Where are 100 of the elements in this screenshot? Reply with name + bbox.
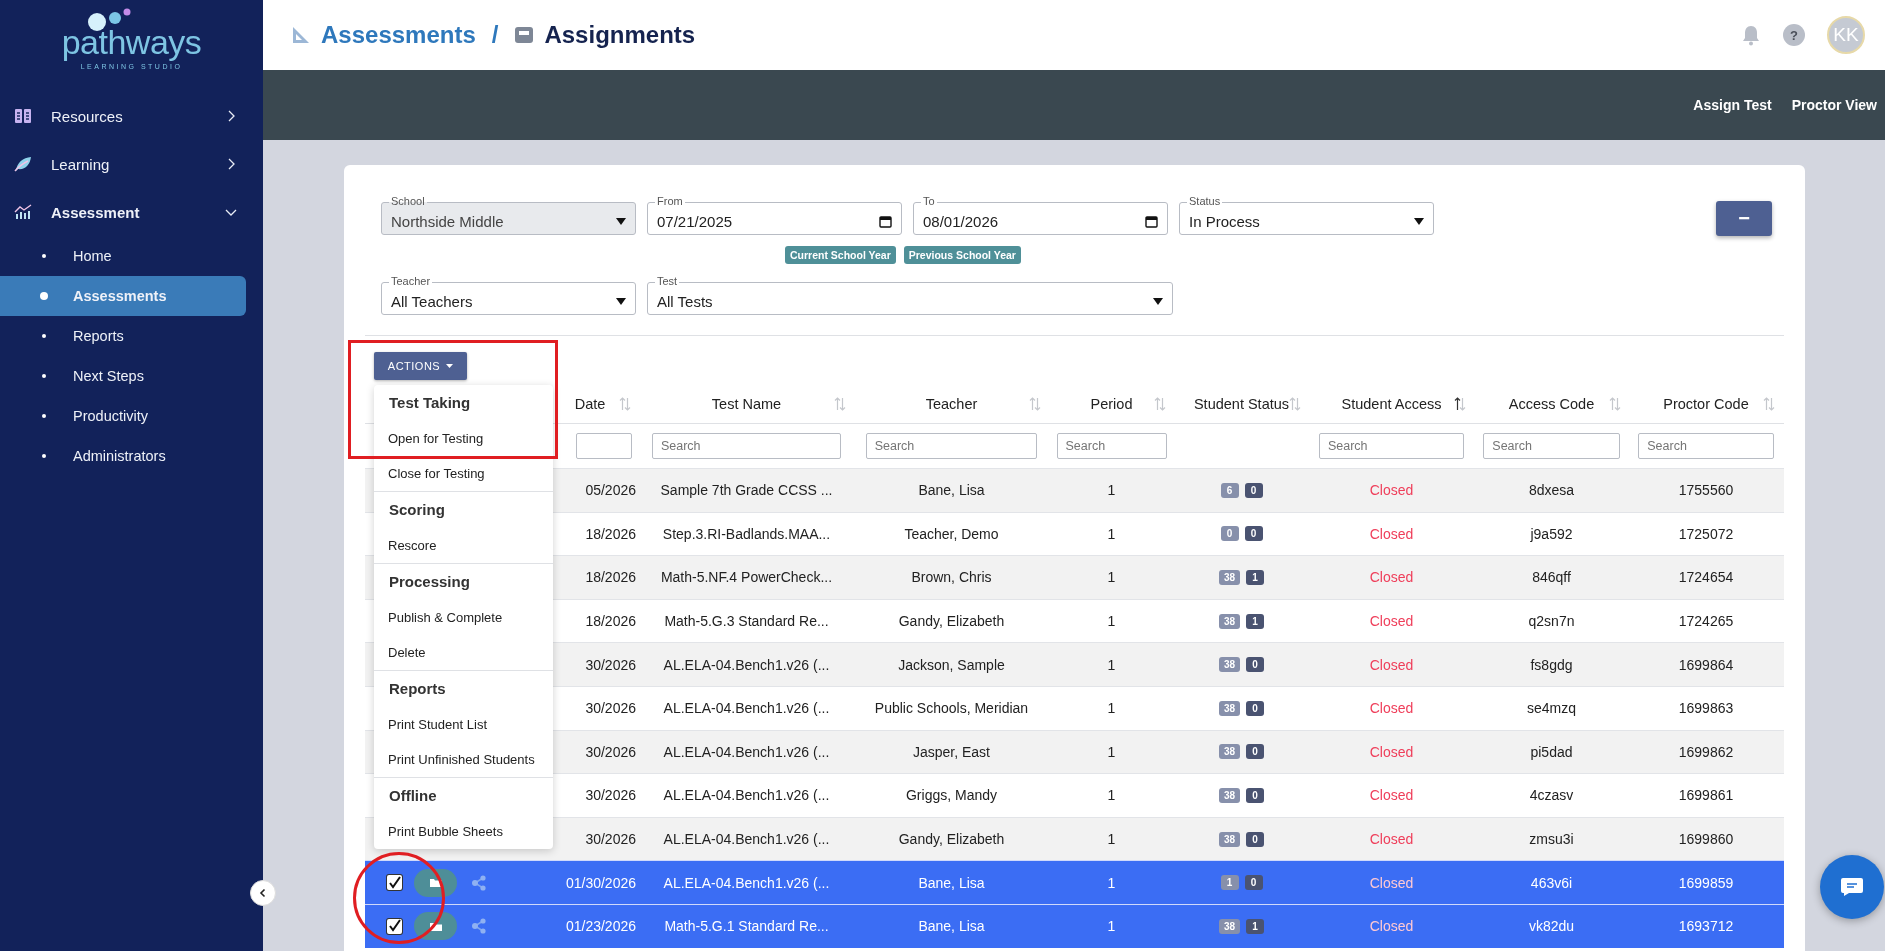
column-header[interactable]: Student Access (1341, 396, 1442, 412)
column-header[interactable]: Period (1090, 396, 1133, 412)
nav-item[interactable]: Learning (0, 140, 263, 188)
menu-item[interactable]: Open for Testing (374, 420, 553, 456)
field-label: Test (655, 275, 680, 287)
collapse-sidebar-button[interactable] (250, 880, 276, 906)
table-cell: AL.ELA-04.Bench1.v26 (... (663, 700, 830, 717)
year-chip[interactable]: Previous School Year (903, 246, 1021, 264)
menu-heading: Offline (388, 786, 438, 807)
table-cell: 1 (1107, 525, 1116, 542)
nav-subitem[interactable]: Administrators (0, 436, 246, 476)
count-badge: 0 (1246, 744, 1265, 760)
nav-subitem[interactable]: Productivity (0, 396, 246, 436)
search-field[interactable] (576, 433, 632, 459)
row-checkbox[interactable] (387, 875, 402, 891)
menu-item[interactable]: Publish & Complete (374, 599, 553, 635)
logo-wordmark: pathways (61, 22, 202, 63)
select-field[interactable]: Test All Tests (647, 273, 1173, 315)
count-badge: 38 (1218, 787, 1241, 803)
nav-item[interactable]: Assessment (0, 188, 263, 236)
open-button[interactable] (414, 912, 457, 941)
table-cell: Brown, Chris (911, 569, 992, 586)
row-checkbox[interactable] (387, 918, 402, 934)
table-cell: Gandy, Elizabeth (898, 831, 1005, 848)
table-row[interactable]: 01/30/2026 AL.ELA-04.Bench1.v26 (... Bane, Lisa 1 1 0 Closed 463v6i 1699859 (365, 860, 1784, 904)
column-header[interactable]: Test Name (711, 396, 782, 412)
search-field[interactable]: Search (1056, 433, 1167, 459)
open-button[interactable] (414, 868, 457, 897)
table-cell: 01/23/2026 (565, 918, 636, 935)
column-header[interactable]: Proctor Code (1663, 396, 1749, 412)
table-cell: 1699860 (1678, 831, 1734, 848)
table-cell: j9a592 (1530, 525, 1573, 542)
year-chip[interactable]: Current School Year (785, 246, 896, 264)
table-cell: 8dxesa (1528, 482, 1575, 499)
search-field[interactable]: Search (1318, 433, 1465, 459)
count-badge: 6 (1220, 482, 1239, 498)
table-cell: 18/2026 (585, 569, 636, 586)
table-cell: 1 (1107, 700, 1116, 717)
inbox-icon (514, 26, 535, 44)
chat-icon (1840, 877, 1864, 897)
count-badge: 1 (1220, 875, 1239, 891)
table-cell: 1 (1107, 831, 1116, 848)
table-cell: 1 (1107, 918, 1116, 935)
menu-heading: Test Taking (388, 393, 472, 414)
date-field[interactable]: To 08/01/2026 (913, 193, 1168, 235)
count-badge: 0 (1246, 700, 1265, 716)
help-icon[interactable]: ? (1783, 24, 1805, 46)
bell-icon[interactable] (1741, 24, 1761, 46)
search-field[interactable]: Search (865, 433, 1038, 459)
table-cell: Closed (1369, 787, 1414, 804)
nav-subitem[interactable]: Home (0, 236, 246, 276)
column-header[interactable]: Date (574, 396, 606, 412)
field-label: To (921, 195, 937, 207)
caret-icon (446, 364, 454, 368)
table-cell: Griggs, Mandy (905, 787, 997, 804)
date-field[interactable]: From 07/21/2025 (647, 193, 902, 235)
table-cell: Math-5.G.3 Standard Re... (664, 613, 829, 630)
search-field[interactable]: Search (651, 433, 842, 459)
count-badge: 38 (1218, 657, 1241, 673)
search-field[interactable]: Search (1483, 433, 1620, 459)
table-cell: Closed (1369, 525, 1414, 542)
table-cell: Closed (1369, 656, 1414, 673)
nav-subitem[interactable]: Next Steps (0, 356, 246, 396)
count-badge: 1 (1246, 613, 1265, 629)
table-cell: 1724654 (1678, 569, 1734, 586)
breadcrumb-link[interactable]: Assessments (321, 21, 476, 49)
share-icon[interactable] (471, 918, 487, 935)
table-cell: 1699861 (1678, 787, 1734, 804)
nav-item[interactable]: Resources (0, 92, 263, 140)
table-cell: Closed (1369, 482, 1414, 499)
actions-button[interactable]: ACTIONS (374, 352, 467, 380)
table-cell: 01/30/2026 (565, 874, 636, 891)
table-cell: Bane, Lisa (918, 482, 985, 499)
table-cell: 846qff (1532, 569, 1571, 586)
share-icon[interactable] (471, 874, 487, 891)
column-header[interactable]: Student Status (1193, 396, 1290, 412)
table-cell: Jackson, Sample (898, 656, 1005, 673)
table-cell: q2sn7n (1528, 613, 1575, 630)
toolbar-link[interactable]: Assign Test (1693, 97, 1772, 113)
nav-subitem[interactable]: Assessments (0, 276, 246, 316)
toolbar-link[interactable]: Proctor View (1791, 97, 1877, 113)
column-header[interactable]: Teacher (925, 396, 978, 412)
table-cell: Closed (1369, 874, 1414, 891)
table-row[interactable]: 01/23/2026 Math-5.G.1 Standard Re... Bane, Lisa 1 38 1 Closed vk82du 1693712 (365, 903, 1784, 948)
table-cell: AL.ELA-04.Bench1.v26 (... (663, 656, 830, 673)
table-cell: 1 (1107, 482, 1116, 499)
collapse-filters-button[interactable]: − (1716, 201, 1772, 236)
select-field[interactable]: Teacher All Teachers (381, 273, 636, 315)
table-cell: 1699863 (1678, 700, 1734, 717)
table-cell: Math-5.G.1 Standard Re... (664, 918, 829, 935)
nav-subitem[interactable]: Reports (0, 316, 246, 356)
breadcrumb-separator: / (491, 21, 499, 49)
table-cell: 1724265 (1678, 613, 1734, 630)
table-cell: AL.ELA-04.Bench1.v26 (... (663, 831, 830, 848)
column-header[interactable]: Access Code (1508, 396, 1595, 412)
table-cell: Closed (1369, 569, 1414, 586)
select-field[interactable]: Status In Process (1179, 193, 1434, 235)
sort-icon[interactable] (1454, 397, 1466, 411)
table-cell: Bane, Lisa (918, 918, 985, 935)
search-field[interactable]: Search (1638, 433, 1774, 459)
